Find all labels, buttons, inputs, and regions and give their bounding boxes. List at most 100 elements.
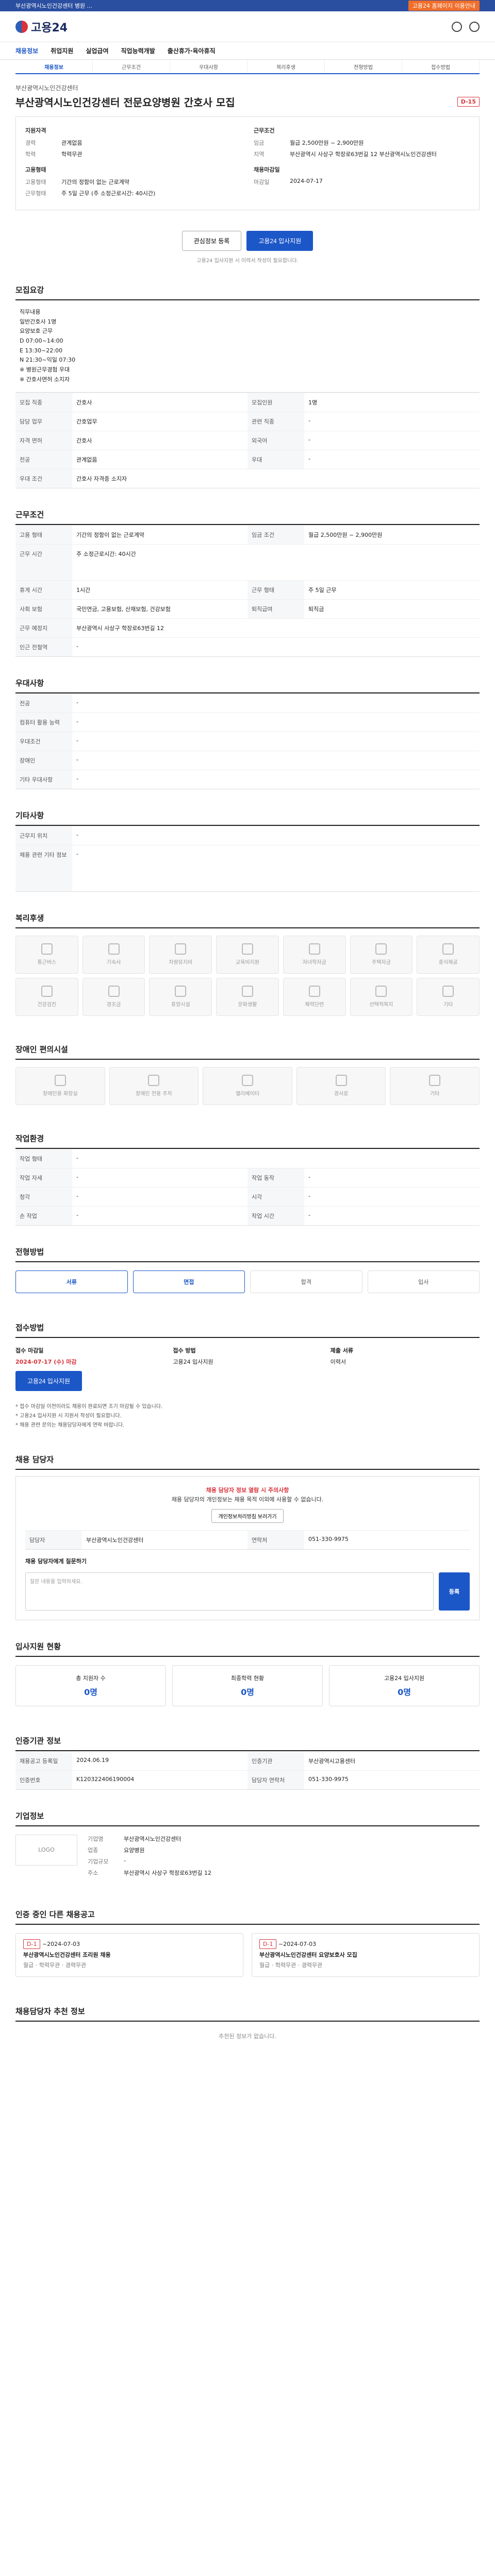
welfare-label: 선택적복지 xyxy=(369,1002,393,1008)
table-cell: - xyxy=(72,825,480,845)
qna-send-button[interactable]: 등록 xyxy=(439,1572,470,1611)
other-job-card[interactable]: D-1 ~2024-07-03 부산광역시노인건강센터 조리원 채용 월급 · … xyxy=(15,1933,243,1977)
table-cell: - xyxy=(72,1167,248,1187)
etc-icon xyxy=(442,986,454,997)
summary-value: 2024-07-17 xyxy=(290,178,323,184)
summary-value: 학력무관 xyxy=(61,151,82,158)
welfare-item: 통근버스 xyxy=(15,935,78,974)
job-header: 부산광역시노인건강센터 부산광역시노인건강센터 전문요양병원 간호사 모집 D-… xyxy=(15,83,480,109)
section-recommend: 채용담당자 추천 정보 추천된 정보가 없습니다. xyxy=(15,2006,480,2061)
company-name[interactable]: 부산광역시노인건강센터 xyxy=(15,83,480,92)
tab-pref[interactable]: 우대사항 xyxy=(170,60,248,73)
table-cell: 주 소정근로시간: 40시간 xyxy=(72,544,480,580)
table-header: 담당자 연락처 xyxy=(248,1770,304,1789)
welfare-label: 경조금 xyxy=(106,1002,121,1008)
status-card: 최종학력 현황 0명 xyxy=(172,1665,323,1706)
table-cell: 기간의 정함이 없는 근로계약 xyxy=(72,524,248,544)
other-jobs: D-1 ~2024-07-03 부산광역시노인건강센터 조리원 채용 월급 · … xyxy=(15,1925,480,1985)
tab-apply[interactable]: 접수방법 xyxy=(402,60,480,73)
gnb-item-benefit[interactable]: 실업급여 xyxy=(86,46,108,55)
brand-logo[interactable]: 고용24 xyxy=(15,19,68,35)
summary-row: 임금 월급 2,500만원 ~ 2,900만원 xyxy=(254,139,470,147)
table-header: 자격 면허 xyxy=(15,430,72,450)
table-header: 작업 자세 xyxy=(15,1167,72,1187)
apply-note: * 고용24 입사지원 시 지원서 작성이 필요합니다. xyxy=(15,1413,122,1419)
culture-icon xyxy=(241,986,253,997)
health-icon xyxy=(41,986,53,997)
welfare-item: 기타 xyxy=(417,977,480,1016)
gnb-item-training[interactable]: 직업능력개발 xyxy=(121,46,155,55)
summary-row: 근무형태 주 5일 근무 (주 소정근로시간: 40시간) xyxy=(25,189,241,197)
gnb-item-leave[interactable]: 출산휴가·육아휴직 xyxy=(168,46,216,55)
summary-key: 임금 xyxy=(254,140,265,146)
car-icon xyxy=(175,943,187,955)
job-title: 부산광역시노인건강센터 전문요양병원 간호사 모집 xyxy=(15,96,235,109)
section-status: 입사지원 현황 총 지원자 수 0명 최종학력 현황 0명 고용24 입사지원 0명 xyxy=(15,1641,480,1715)
toilet-icon xyxy=(54,1075,66,1086)
table-header: 근무지 위치 xyxy=(15,825,72,845)
corp-details: 기업명 부산광역시노인건강센터 업종 요양병원 기업규모 - 주소 부산광역시 사상구 … xyxy=(88,1835,480,1880)
apply-info: 접수 마감일 2024-07-17 (수) 마감 고용24 입사지원 접수 방법… xyxy=(15,1338,480,1399)
summary-left-title: 지원자격 xyxy=(25,127,46,134)
table-header: 작업 시간 xyxy=(248,1206,304,1225)
tab-process[interactable]: 전형방법 xyxy=(325,60,402,73)
table-cell: - xyxy=(72,1148,480,1168)
summary-left: 지원자격 경력 관계없음 학력 학력무관 고용형태 고용형태 기간의 정함이 없는 근… xyxy=(25,126,241,200)
table-cell: 부산광역시 사상구 학장로63번길 12 xyxy=(72,618,480,637)
privacy-policy-button[interactable]: 개인정보처리방침 보러가기 xyxy=(211,1509,284,1523)
table-header: 임금 조건 xyxy=(248,524,304,544)
welfare-label: 건강검진 xyxy=(37,1002,57,1008)
section-work: 근무조건 고용 형태 기간의 정함이 없는 근로계약 임금 조건 월급 2,500만원… xyxy=(15,509,480,657)
qna-textarea[interactable]: 질문 내용을 입력하세요. xyxy=(25,1572,434,1611)
summary-row: 경력 관계없음 xyxy=(25,139,241,147)
welfare-item: 휴양시설 xyxy=(149,977,212,1016)
facility-label: 기타 xyxy=(430,1091,440,1097)
table-cell: 간호업무 xyxy=(72,411,248,431)
section-corp: 기업정보 LOGO 기업명 부산광역시노인건강센터 업종 요양병원 기업규모 - 주소… xyxy=(15,1810,480,1888)
qna-title: 채용 담당자에게 질문하기 xyxy=(25,1557,87,1565)
gnb-item-support[interactable]: 취업지원 xyxy=(51,46,73,55)
search-icon[interactable] xyxy=(452,21,462,32)
table-cell: - xyxy=(304,1206,480,1225)
apply-docs-value: 이력서 xyxy=(330,1358,346,1365)
other-job-card[interactable]: D-1 ~2024-07-03 부산광역시노인건강센터 요양보호사 모집 월급 … xyxy=(252,1933,480,1977)
gnb-item-jobs[interactable]: 채용정보 xyxy=(15,46,38,55)
elevator-icon xyxy=(241,1075,253,1086)
apply-button[interactable]: 고용24 입사지원 xyxy=(246,231,314,251)
apply-method: 접수 방법 고용24 입사지원 xyxy=(173,1346,322,1391)
table-header: 작업 동작 xyxy=(248,1167,304,1187)
welfare-item: 중식제공 xyxy=(417,935,480,974)
menu-icon[interactable] xyxy=(469,21,480,32)
top-notice-link[interactable]: 고용24 홈페이지 이용안내 xyxy=(408,1,480,11)
table-header: 채용 관련 기타 정보 xyxy=(15,844,72,891)
tab-recruit[interactable]: 채용정보 xyxy=(15,60,93,73)
table-header: 손 작업 xyxy=(15,1206,72,1225)
table-cell: 주 5일 근무 xyxy=(304,580,480,599)
meal-icon xyxy=(442,943,454,955)
scrap-button[interactable]: 관심정보 등록 xyxy=(182,231,242,251)
table-header: 전공 xyxy=(15,693,72,713)
etc-icon xyxy=(429,1075,441,1086)
welfare-label: 휴양시설 xyxy=(171,1002,190,1008)
detail-tabs: 채용정보 근무조건 우대사항 복리후생 전형방법 접수방법 xyxy=(15,60,480,74)
apply-submit-button[interactable]: 고용24 입사지원 xyxy=(15,1370,82,1391)
facility-label: 장애인 전용 주차 xyxy=(136,1091,172,1097)
summary-key: 근무형태 xyxy=(25,190,46,197)
table-header: 컴퓨터 활용 능력 xyxy=(15,712,72,732)
table-cell: - xyxy=(304,411,480,431)
table-cell: 부산광역시고용센터 xyxy=(304,1751,480,1770)
tab-welfare[interactable]: 복리후생 xyxy=(248,60,325,73)
table-cell: - xyxy=(72,637,480,656)
table-cell: 051-330-9975 xyxy=(304,1530,470,1549)
section-title: 입사지원 현황 xyxy=(15,1641,480,1657)
table-cell: - xyxy=(304,1187,480,1206)
section-title: 전형방법 xyxy=(15,1246,480,1262)
other-job-info: 월급 · 학력무관 · 경력무관 xyxy=(259,1961,323,1969)
table-header: 청각 xyxy=(15,1187,72,1206)
table-header: 근무 시간 xyxy=(15,544,72,580)
status-value: 0명 xyxy=(398,1687,411,1697)
tab-work[interactable]: 근무조건 xyxy=(93,60,170,73)
table-cell: - xyxy=(72,769,480,789)
recruit-description: 직무내용 일반간호사 1명 요양보호 근무 D 07:00~14:00 E 13… xyxy=(15,300,480,393)
welfare-label: 자녀학자금 xyxy=(302,960,326,965)
